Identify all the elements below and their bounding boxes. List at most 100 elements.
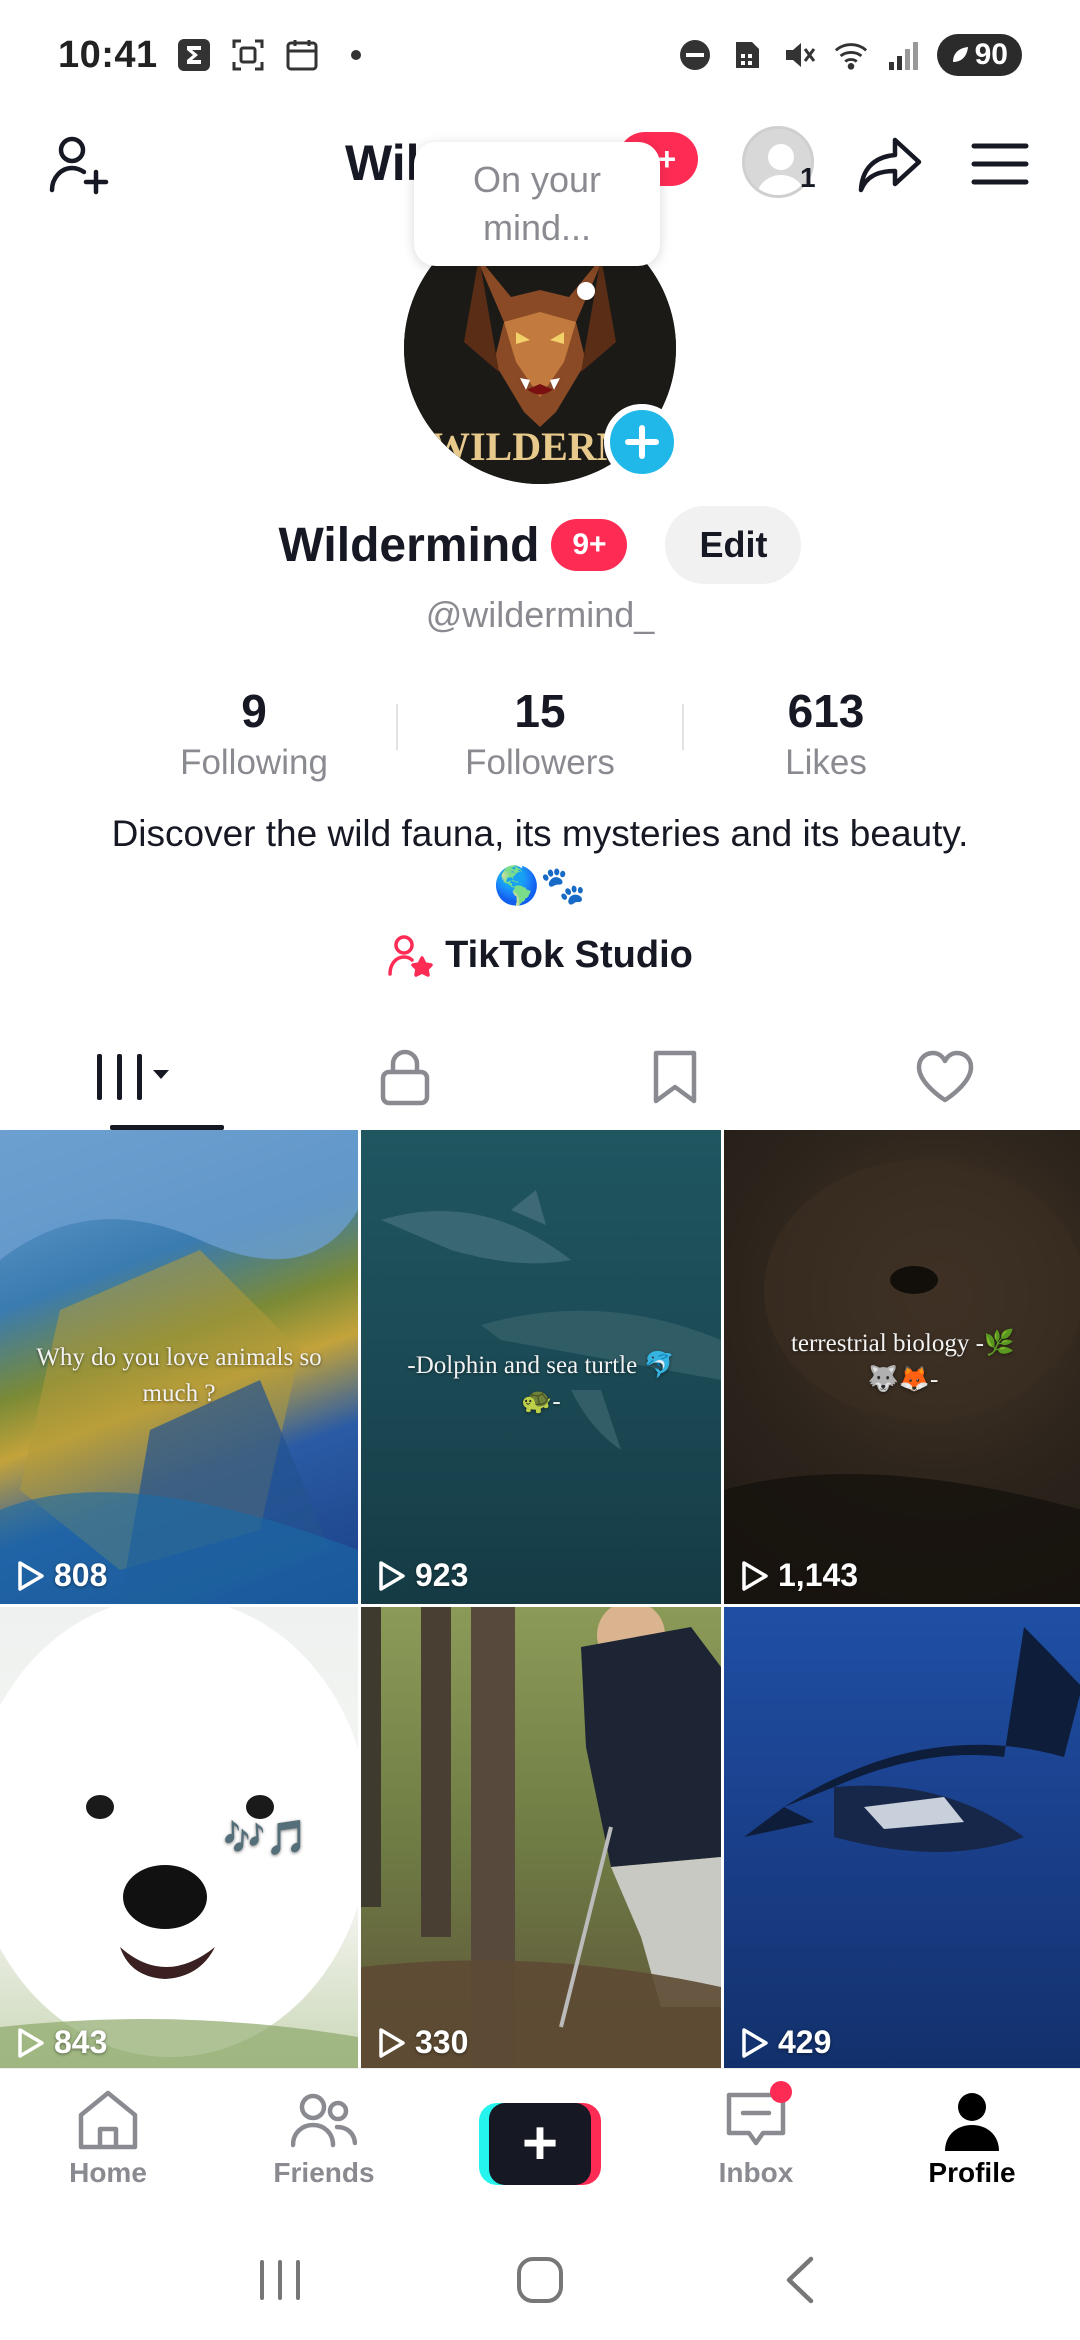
name-row: Wildermind 9+ Edit xyxy=(0,506,1080,584)
view-count-value: 1,143 xyxy=(778,1557,859,1593)
view-count: 330 xyxy=(377,2024,468,2061)
home-system-button[interactable] xyxy=(495,2235,585,2325)
grid-icon xyxy=(97,1054,169,1100)
nav-label: Friends xyxy=(273,2157,375,2188)
wifi-icon xyxy=(833,37,869,73)
play-icon xyxy=(379,1560,405,1591)
share-icon xyxy=(858,137,922,193)
video-tile[interactable]: -Dolphin and sea turtle 🐬🐢- 923 xyxy=(361,1130,721,1604)
studio-label: TikTok Studio xyxy=(445,933,693,976)
add-friend-button[interactable] xyxy=(42,126,118,202)
plus-icon xyxy=(625,425,659,459)
battery-indicator: 90 xyxy=(936,34,1022,76)
video-caption: terrestrial biology -🌿🐺🦊- xyxy=(790,1330,1016,1393)
stat-following[interactable]: 9 Following xyxy=(112,682,396,786)
inbox-notification-dot xyxy=(770,2081,792,2103)
bottom-navigation: Home Friends + Inbox Profile xyxy=(0,2068,1080,2220)
view-count: 1,143 xyxy=(740,1557,858,1594)
nav-inbox[interactable]: Inbox xyxy=(648,2069,864,2220)
tiktok-studio-link[interactable]: TikTok Studio xyxy=(0,932,1080,978)
dot-icon xyxy=(338,37,374,73)
share-profile-button[interactable] xyxy=(852,126,928,202)
name-badge: 9+ xyxy=(551,519,628,571)
sigma-icon xyxy=(176,37,212,73)
nav-create[interactable]: + xyxy=(432,2069,648,2220)
nav-home[interactable]: Home xyxy=(0,2069,216,2220)
nav-label: Inbox xyxy=(718,2157,794,2188)
lock-icon xyxy=(380,1049,430,1106)
profile-name: Wildermind xyxy=(278,518,540,572)
system-navigation xyxy=(0,2220,1080,2340)
play-icon xyxy=(18,1560,44,1591)
view-count-value: 330 xyxy=(415,2024,469,2060)
stat-value: 613 xyxy=(787,685,865,737)
profile-handle: @wildermind_ xyxy=(425,594,655,635)
tab-videos[interactable] xyxy=(0,1024,270,1130)
stat-label: Followers xyxy=(465,743,615,782)
nav-label: Home xyxy=(69,2157,147,2188)
dnd-icon xyxy=(677,37,713,73)
thought-bubble-dot xyxy=(577,282,595,300)
creator-star-icon xyxy=(388,935,433,977)
menu-button[interactable] xyxy=(962,126,1038,202)
add-story-button[interactable] xyxy=(604,404,680,480)
video-grid: Why do you love animals so much ? 808 -D… xyxy=(0,1130,1080,2068)
play-icon xyxy=(18,2027,44,2058)
add-person-icon xyxy=(49,136,109,195)
friends-icon xyxy=(291,2093,357,2148)
video-tile[interactable]: Why do you love animals so much ? 808 xyxy=(0,1130,358,1604)
back-icon xyxy=(786,2256,814,2304)
thought-bubble[interactable]: On your mind... xyxy=(414,142,660,266)
recent-apps-icon xyxy=(260,2260,300,2300)
stat-followers[interactable]: 15 Followers xyxy=(398,682,682,786)
play-icon xyxy=(742,2027,768,2058)
scan-icon xyxy=(230,37,266,73)
recent-apps-button[interactable] xyxy=(235,2235,325,2325)
video-thumbnail xyxy=(361,1607,721,2068)
view-count-value: 923 xyxy=(415,1557,469,1593)
profile-icon xyxy=(945,2093,999,2151)
status-time: 10:41 xyxy=(58,33,158,76)
sim-icon xyxy=(729,37,765,73)
stat-label: Following xyxy=(180,743,328,782)
stat-value: 15 xyxy=(514,685,566,737)
video-caption: -Dolphin and sea turtle 🐬🐢- xyxy=(407,1352,675,1415)
signal-icon xyxy=(885,37,921,73)
view-count: 843 xyxy=(16,2024,107,2061)
view-count: 808 xyxy=(16,1557,107,1594)
home-system-icon xyxy=(517,2257,563,2303)
view-count: 429 xyxy=(740,2024,831,2061)
tab-favorites[interactable] xyxy=(540,1024,810,1130)
calendar-icon xyxy=(284,37,320,73)
play-icon xyxy=(379,2027,405,2058)
account-count: 1 xyxy=(800,162,816,193)
mute-icon xyxy=(781,37,817,73)
video-tile[interactable]: 330 xyxy=(361,1607,721,2068)
profile-bio: Discover the wild fauna, its mysteries a… xyxy=(111,813,969,906)
profile-stats: 9 Following 15 Followers 613 Likes xyxy=(0,682,1080,786)
create-plus-icon: + xyxy=(489,2103,591,2185)
video-caption: Why do you love animals so much ? xyxy=(36,1344,322,1407)
video-tile[interactable]: 429 xyxy=(724,1607,1080,2068)
home-icon xyxy=(78,2090,138,2150)
video-tile[interactable]: 🎶🎵 843 xyxy=(0,1607,358,2068)
tab-private[interactable] xyxy=(270,1024,540,1130)
status-bar: 10:41 90 xyxy=(0,0,1080,110)
video-thumbnail xyxy=(744,1627,1080,1852)
stat-label: Likes xyxy=(785,743,867,782)
nav-profile[interactable]: Profile xyxy=(864,2069,1080,2220)
back-button[interactable] xyxy=(755,2235,845,2325)
stat-value: 9 xyxy=(241,685,267,737)
view-count: 923 xyxy=(377,1557,468,1594)
tab-liked[interactable] xyxy=(810,1024,1080,1130)
hamburger-menu-icon xyxy=(971,143,1029,185)
video-tile[interactable]: terrestrial biology -🌿🐺🦊- 1,143 xyxy=(724,1130,1080,1604)
bookmark-icon xyxy=(653,1050,697,1104)
heart-icon xyxy=(916,1050,974,1103)
edit-profile-button[interactable]: Edit xyxy=(665,506,802,584)
nav-label: Profile xyxy=(928,2157,1016,2188)
view-count-value: 808 xyxy=(54,1557,108,1593)
nav-friends[interactable]: Friends xyxy=(216,2069,432,2220)
stat-likes[interactable]: 613 Likes xyxy=(684,682,968,786)
create-button[interactable]: + xyxy=(479,2103,601,2185)
